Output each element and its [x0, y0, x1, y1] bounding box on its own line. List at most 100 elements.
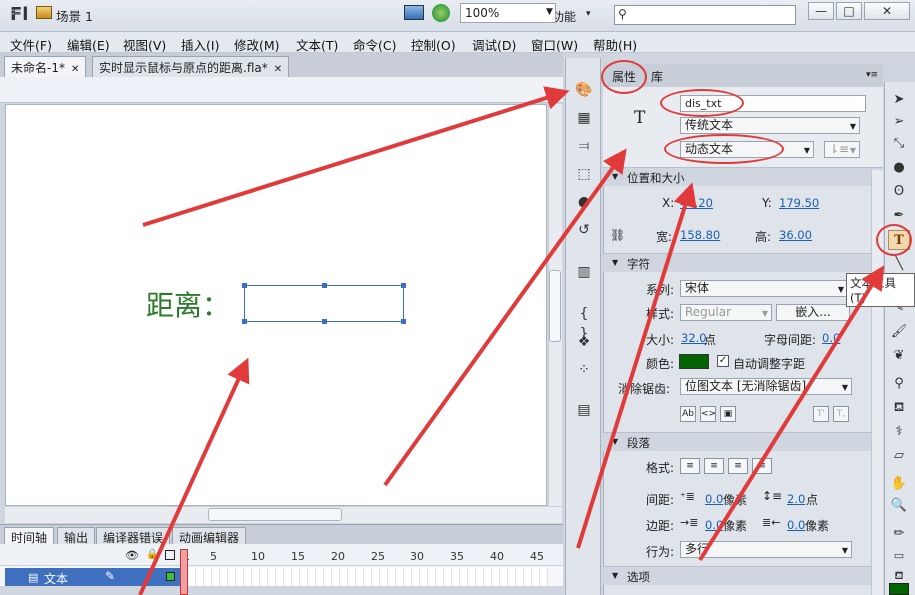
frames-strip[interactable] [188, 568, 548, 586]
history-icon[interactable]: ↺ [573, 220, 595, 240]
doc-tab-untitled[interactable]: 未命名-1* ✕ [4, 56, 87, 77]
resize-handle[interactable] [322, 283, 327, 288]
swatches-grid-icon[interactable]: ▦ [573, 108, 595, 128]
section-position-header[interactable]: ▼ 位置和大小 [603, 167, 883, 186]
keyframe-box[interactable] [166, 572, 175, 581]
align-justify-icon[interactable]: ≡ [752, 458, 772, 474]
menu-file[interactable]: 文件(F) [10, 35, 52, 54]
menu-view[interactable]: 视图(V) [123, 35, 166, 54]
paint-bucket-tool-icon[interactable]: ⛾ [888, 398, 910, 418]
autokern-checkbox[interactable]: ✓ [717, 355, 729, 367]
section-character-header[interactable]: ▼ 字符 [603, 253, 883, 272]
menu-edit[interactable]: 编辑(E) [67, 35, 110, 54]
menu-modify[interactable]: 修改(M) [234, 35, 280, 54]
movie-explorer-icon[interactable]: ▤ [573, 400, 595, 420]
close-button[interactable]: ✕ [864, 2, 910, 20]
3d-rotation-tool-icon[interactable]: ● [888, 158, 910, 178]
minimize-button[interactable]: — [808, 2, 834, 20]
size-value[interactable]: 32.0 [681, 331, 707, 345]
resize-handle[interactable] [401, 283, 406, 288]
zoom-tool-icon[interactable]: 🔍 [888, 496, 910, 516]
stage-static-text[interactable]: 距离： [146, 284, 230, 324]
text-engine-select[interactable]: 传统文本 ▼ [680, 117, 860, 134]
playhead[interactable] [180, 549, 188, 595]
menu-insert[interactable]: 插入(I) [181, 35, 219, 54]
maximize-button[interactable]: □ [836, 2, 862, 20]
back-arrow-icon[interactable]: ⇦ [10, 5, 21, 20]
resize-handle[interactable] [322, 319, 327, 324]
line-tool-icon[interactable]: ╲ [888, 254, 910, 274]
free-transform-tool-icon[interactable]: ⤡ [888, 134, 910, 154]
x-value[interactable]: 44.20 [680, 196, 713, 210]
menu-window[interactable]: 窗口(W) [531, 35, 578, 54]
align-left-icon[interactable]: ≡ [680, 458, 700, 474]
eraser-tool-icon[interactable]: ▱ [888, 446, 910, 466]
lock-icon[interactable]: 🔒 [146, 549, 158, 560]
right-margin-value[interactable]: 0.0 [787, 518, 805, 532]
library-icon[interactable]: ▥ [573, 262, 595, 282]
deco-tool-icon[interactable]: ❦ [888, 346, 910, 366]
behavior-select[interactable]: 多行 ▼ [680, 541, 852, 558]
doc-tab-fla[interactable]: 实时显示鼠标与原点的距离.fla* ✕ [92, 56, 290, 77]
layer-name[interactable]: 文本 [44, 570, 68, 587]
y-value[interactable]: 179.50 [779, 196, 819, 210]
tab-library[interactable]: 库 [651, 68, 663, 85]
font-family-select[interactable]: 宋体 ▼ [680, 280, 848, 297]
resize-handle[interactable] [242, 319, 247, 324]
link-constraint-icon[interactable]: ⛓ [610, 228, 625, 242]
tab-motion-editor[interactable]: 动画编辑器 [172, 527, 247, 545]
text-orientation-select[interactable]: ⇂≡ ▼ [824, 141, 860, 158]
edit-scene-icon[interactable] [404, 5, 424, 20]
menu-control[interactable]: 控制(O) [411, 35, 456, 54]
antialias-select[interactable]: 位图文本 [无消除锯齿] ▼ [680, 378, 852, 395]
components-icon[interactable]: ❖ [573, 332, 595, 352]
actions-icon[interactable]: { } [573, 304, 595, 342]
tab-compiler-errors[interactable]: 编译器错误 [96, 527, 171, 545]
align-right-icon[interactable]: ≡ [728, 458, 748, 474]
superscript-icon[interactable]: T' [813, 406, 829, 422]
transform-icon[interactable]: ⬚ [573, 164, 595, 184]
menu-help[interactable]: 帮助(H) [593, 35, 637, 54]
no-color-icon[interactable]: ▭ [888, 546, 910, 566]
panel-menu-icon[interactable]: ▾≡ [866, 70, 878, 80]
selection-tool-icon[interactable]: ➤ [888, 90, 910, 110]
menu-debug[interactable]: 调试(D) [472, 35, 516, 54]
close-icon[interactable]: ✕ [274, 64, 282, 75]
chevron-down-icon[interactable]: ▾ [586, 9, 591, 19]
outline-icon[interactable] [165, 550, 175, 560]
fill-color-swatch[interactable] [889, 583, 909, 595]
render-html-icon[interactable]: <> [700, 406, 716, 422]
tab-timeline[interactable]: 时间轴 [4, 527, 55, 545]
indent-value[interactable]: 0.0 [705, 492, 723, 506]
lasso-tool-icon[interactable]: ʘ [888, 182, 910, 202]
menu-commands[interactable]: 命令(C) [353, 35, 396, 54]
brush-tool-icon[interactable]: 🖌 [888, 322, 910, 342]
letter-spacing-value[interactable]: 0.0 [822, 331, 840, 345]
stroke-color-icon[interactable]: ✏ [888, 524, 910, 544]
font-style-select[interactable]: Regular ▼ [680, 304, 772, 321]
tab-output[interactable]: 输出 [57, 527, 96, 545]
edit-symbols-icon[interactable] [432, 4, 450, 22]
selectable-icon[interactable]: Ab [680, 406, 696, 422]
resize-handle[interactable] [242, 283, 247, 288]
embed-button[interactable]: 嵌入... [776, 304, 850, 321]
menu-text[interactable]: 文本(T) [296, 35, 338, 54]
color-palette-icon[interactable]: 🎨 [573, 80, 595, 100]
motion-presets-icon[interactable]: ⁘ [573, 360, 595, 380]
align-icon[interactable]: ⫤ [573, 136, 595, 156]
bone-tool-icon[interactable]: ⚲ [888, 374, 910, 394]
scrollbar-thumb[interactable] [208, 508, 342, 521]
text-color-swatch[interactable] [679, 354, 709, 369]
hand-tool-icon[interactable]: ✋ [888, 474, 910, 494]
chevron-down-icon[interactable]: ▼ [546, 7, 553, 17]
dynamic-text-field[interactable] [242, 283, 406, 324]
section-options-header[interactable]: ▼ 选项 [603, 566, 883, 585]
eye-icon[interactable]: 👁 [125, 549, 139, 562]
eyedropper-tool-icon[interactable]: ⚕ [888, 422, 910, 442]
left-margin-value[interactable]: 0.0 [705, 518, 723, 532]
width-value[interactable]: 158.80 [680, 228, 720, 242]
subselection-tool-icon[interactable]: ➢ [888, 112, 910, 132]
pen-tool-icon[interactable]: ✒ [888, 206, 910, 226]
show-border-icon[interactable]: ▣ [720, 406, 736, 422]
info-icon[interactable]: ● [573, 192, 595, 212]
